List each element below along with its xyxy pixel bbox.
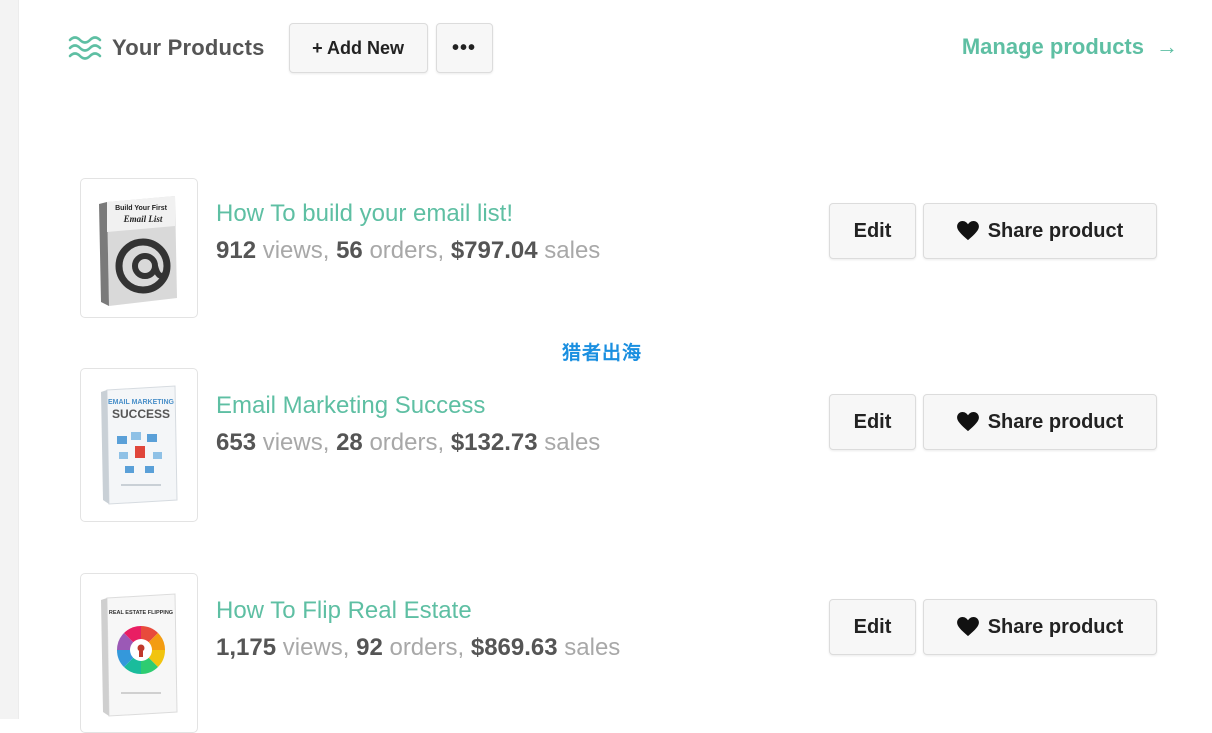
arrow-right-icon: → bbox=[1156, 34, 1178, 59]
product-row: Build Your First Email List How To build… bbox=[80, 178, 1158, 318]
product-row: REAL ESTATE FLIPPING How To Flip Real Es… bbox=[80, 573, 1158, 733]
sales-label: sales bbox=[564, 634, 621, 661]
product-stats: 912 views, 56 orders, $797.04 sales bbox=[216, 237, 600, 265]
views-label: views, bbox=[262, 429, 330, 456]
views-count: 1,175 bbox=[216, 634, 277, 661]
heart-icon bbox=[956, 412, 979, 432]
share-product-label: Share product bbox=[987, 219, 1124, 242]
product-row: EMAIL MARKETING SUCCESS Email Marketing … bbox=[80, 368, 1158, 522]
manage-products-link[interactable]: Manage products → bbox=[962, 34, 1178, 60]
product-thumbnail[interactable]: REAL ESTATE FLIPPING bbox=[80, 573, 198, 733]
orders-count: 92 bbox=[356, 634, 383, 661]
product-stats: 1,175 views, 92 orders, $869.63 sales bbox=[216, 634, 620, 662]
edit-button[interactable]: Edit bbox=[829, 599, 916, 655]
views-label: views, bbox=[282, 634, 350, 661]
product-stats: 653 views, 28 orders, $132.73 sales bbox=[216, 429, 600, 457]
share-product-button[interactable]: Share product bbox=[923, 599, 1157, 655]
edit-button[interactable]: Edit bbox=[829, 394, 916, 450]
orders-count: 56 bbox=[336, 237, 363, 264]
product-thumbnail[interactable]: Build Your First Email List bbox=[80, 178, 198, 318]
views-label: views, bbox=[262, 237, 330, 264]
product-cover-image: REAL ESTATE FLIPPING bbox=[101, 593, 178, 717]
cover-text: SUCCESS bbox=[112, 407, 170, 421]
share-product-label: Share product bbox=[987, 410, 1124, 433]
orders-count: 28 bbox=[336, 429, 363, 456]
product-title-link[interactable]: How To build your email list! bbox=[216, 200, 513, 228]
product-cover-image: Build Your First Email List bbox=[99, 196, 177, 306]
page-title: Your Products bbox=[112, 35, 265, 60]
orders-label: orders, bbox=[369, 429, 445, 456]
cover-text: REAL ESTATE FLIPPING bbox=[109, 610, 173, 616]
add-new-button[interactable]: + Add New bbox=[288, 23, 428, 73]
sales-label: sales bbox=[544, 237, 601, 264]
sales-amount: $797.04 bbox=[450, 237, 538, 264]
share-product-label: Share product bbox=[987, 615, 1124, 638]
products-header: Your Products + Add New ••• bbox=[68, 22, 493, 74]
product-cover-image: EMAIL MARKETING SUCCESS bbox=[101, 385, 178, 505]
sales-amount: $132.73 bbox=[450, 429, 538, 456]
heart-icon bbox=[956, 617, 979, 637]
edit-button[interactable]: Edit bbox=[829, 203, 916, 259]
left-rail bbox=[0, 0, 19, 719]
orders-label: orders, bbox=[389, 634, 465, 661]
product-title-link[interactable]: Email Marketing Success bbox=[216, 392, 485, 420]
views-count: 653 bbox=[216, 429, 257, 456]
sales-label: sales bbox=[544, 429, 601, 456]
heart-icon bbox=[956, 221, 979, 241]
cover-text: Build Your First bbox=[115, 205, 168, 212]
cover-text: EMAIL MARKETING bbox=[108, 399, 175, 406]
share-product-button[interactable]: Share product bbox=[923, 203, 1157, 259]
manage-products-label: Manage products bbox=[961, 34, 1144, 59]
views-count: 912 bbox=[216, 237, 257, 264]
cover-text: Email List bbox=[123, 214, 163, 224]
wavy-lines-icon bbox=[68, 33, 102, 63]
sales-amount: $869.63 bbox=[470, 634, 558, 661]
orders-label: orders, bbox=[369, 237, 445, 264]
product-thumbnail[interactable]: EMAIL MARKETING SUCCESS bbox=[80, 368, 198, 522]
share-product-button[interactable]: Share product bbox=[923, 394, 1157, 450]
more-options-button[interactable]: ••• bbox=[435, 23, 493, 73]
watermark-text: 猎者出海 bbox=[562, 343, 643, 364]
product-title-link[interactable]: How To Flip Real Estate bbox=[216, 597, 472, 625]
